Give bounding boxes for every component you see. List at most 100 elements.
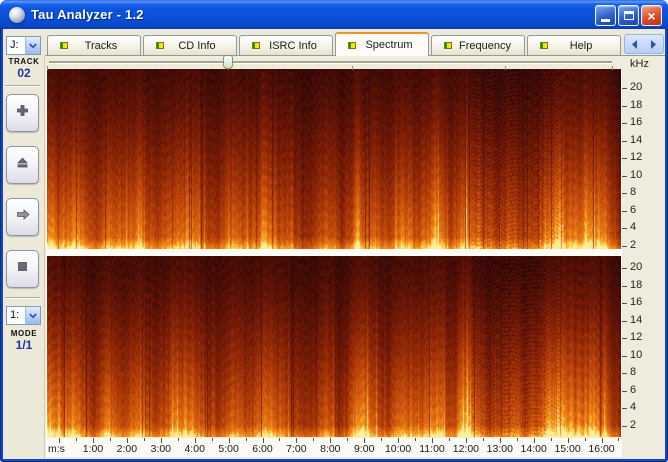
freq-tick — [622, 391, 627, 392]
freq-tick-label: 10 — [630, 169, 652, 181]
time-tick-label: 13:00 — [483, 443, 517, 455]
time-tick — [483, 438, 484, 441]
stop-button[interactable] — [6, 250, 39, 288]
freq-tick — [622, 373, 627, 374]
sidebar-divider — [5, 297, 40, 299]
time-tick-label: 1:00 — [76, 443, 110, 455]
time-tick — [212, 438, 213, 441]
time-tick-label: 15:00 — [551, 443, 585, 455]
freq-tick — [622, 356, 627, 357]
slider-tick — [612, 66, 613, 70]
led-icon — [252, 42, 260, 49]
minimize-button[interactable] — [595, 5, 616, 26]
freq-tick — [622, 268, 627, 269]
freq-tick — [622, 158, 627, 159]
titlebar: Tau Analyzer - 1.2 × — [0, 0, 668, 30]
freq-tick — [622, 286, 627, 287]
time-tick — [347, 438, 348, 441]
freq-tick — [622, 211, 627, 212]
drive-select-value: J: — [7, 37, 25, 54]
time-tick-label: 7:00 — [279, 443, 313, 455]
time-tick-label: 11:00 — [415, 443, 449, 455]
drive-select-dropdown-button[interactable] — [25, 37, 40, 54]
tab-spectrum[interactable]: Spectrum — [335, 32, 429, 56]
add-button[interactable] — [6, 94, 39, 132]
freq-tick-label: 2 — [630, 419, 652, 431]
time-tick-label: 4:00 — [178, 443, 212, 455]
led-icon — [60, 42, 68, 49]
time-tick — [279, 438, 280, 441]
maximize-icon — [624, 11, 634, 20]
freq-tick — [622, 106, 627, 107]
freq-tick-label: 18 — [630, 99, 652, 111]
tab-scroll-right-button[interactable] — [644, 35, 663, 53]
arrow-right-icon — [15, 207, 31, 227]
tab-isrc-info[interactable]: ISRC Info — [239, 35, 333, 55]
app-icon — [9, 7, 25, 23]
led-icon — [444, 42, 452, 49]
freq-tick — [622, 321, 627, 322]
drive-select[interactable]: J: — [6, 36, 41, 55]
minimize-icon — [601, 19, 610, 22]
freq-tick — [622, 123, 627, 124]
freq-tick-label: 18 — [630, 279, 652, 291]
eject-button[interactable] — [6, 146, 39, 184]
time-tick-label: 3:00 — [144, 443, 178, 455]
freq-tick-label: 12 — [630, 151, 652, 163]
time-tick-label: 10:00 — [381, 443, 415, 455]
freq-tick — [622, 176, 627, 177]
spectrogram-view — [46, 69, 622, 437]
position-slider-thumb[interactable] — [223, 55, 233, 69]
freq-tick-label: 6 — [630, 204, 652, 216]
time-tick-label: 8:00 — [313, 443, 347, 455]
freq-tick-label: 4 — [630, 221, 652, 233]
track-number: 02 — [4, 66, 44, 80]
time-tick — [618, 438, 619, 441]
time-tick-label: 6:00 — [246, 443, 280, 455]
tab-tracks[interactable]: Tracks — [47, 35, 141, 55]
led-icon — [348, 42, 356, 49]
freq-tick-label: 16 — [630, 116, 652, 128]
mode-select-value: 1: — [7, 307, 25, 324]
position-slider-track[interactable] — [49, 61, 612, 63]
time-tick-label: 2:00 — [110, 443, 144, 455]
time-tick-label: 16:00 — [585, 443, 619, 455]
tab-label: Help — [554, 40, 608, 52]
slider-tick — [47, 66, 48, 70]
time-tick — [449, 438, 450, 441]
freq-tick — [622, 141, 627, 142]
freq-tick — [622, 303, 627, 304]
freq-tick — [622, 426, 627, 427]
tab-cd-info[interactable]: CD Info — [143, 35, 237, 55]
tab-label: Frequency — [458, 40, 512, 52]
eject-icon — [15, 155, 30, 175]
freq-tick — [622, 193, 627, 194]
chevron-down-icon — [29, 313, 37, 319]
play-button[interactable] — [6, 198, 39, 236]
track-label: TRACK — [4, 57, 44, 66]
time-tick — [381, 438, 382, 441]
time-tick-label: 5:00 — [212, 443, 246, 455]
tab-help[interactable]: Help — [527, 35, 621, 55]
mode-select-dropdown-button[interactable] — [25, 307, 40, 324]
time-tick — [59, 438, 60, 443]
freq-axis-unit: kHz — [630, 58, 649, 70]
arrow-right-icon — [649, 39, 658, 50]
tab-frequency[interactable]: Frequency — [431, 35, 525, 55]
freq-tick-label: 2 — [630, 239, 652, 251]
freq-tick-label: 12 — [630, 331, 652, 343]
freq-tick-label: 10 — [630, 349, 652, 361]
freq-tick-label: 16 — [630, 296, 652, 308]
freq-tick-label: 4 — [630, 401, 652, 413]
time-tick — [517, 438, 518, 441]
freq-tick-label: 8 — [630, 366, 652, 378]
maximize-button[interactable] — [618, 5, 639, 26]
tab-scroll-left-button[interactable] — [625, 35, 644, 53]
freq-tick-label: 14 — [630, 314, 652, 326]
time-tick — [585, 438, 586, 441]
close-button[interactable]: × — [641, 5, 662, 26]
freq-tick-label: 20 — [630, 261, 652, 273]
app-window: Tau Analyzer - 1.2 × TracksCD InfoISRC I… — [0, 0, 668, 462]
stop-icon — [15, 259, 30, 279]
mode-select[interactable]: 1: — [6, 306, 41, 325]
